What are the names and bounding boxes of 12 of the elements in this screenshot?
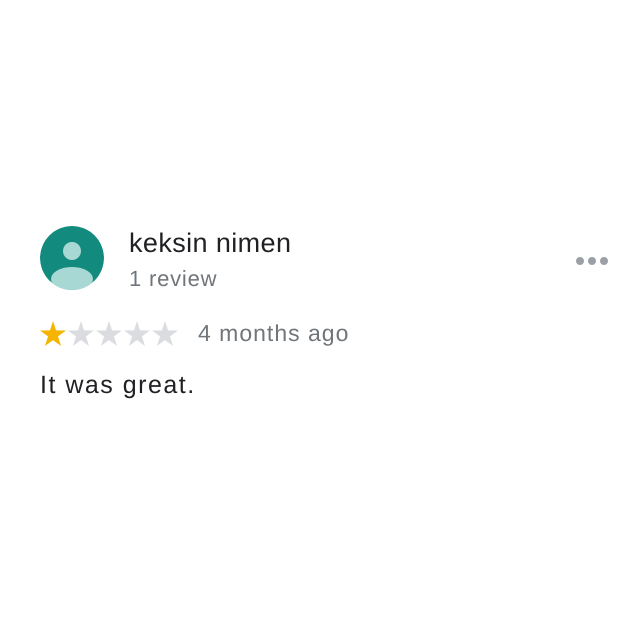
review-text: It was great. [40,370,196,400]
empty-star-icon [152,320,178,346]
empty-star-icon [124,320,150,346]
review-count: 1 review [129,266,218,292]
more-options-button[interactable] [576,257,608,265]
author-name[interactable]: keksin nimen [129,228,292,258]
review-time: 4 months ago [198,320,350,346]
empty-star-icon [96,320,122,346]
more-dots-icon [576,257,608,265]
empty-star-icon [68,320,94,346]
avatar-icon [40,226,104,290]
filled-star-icon [40,320,66,346]
